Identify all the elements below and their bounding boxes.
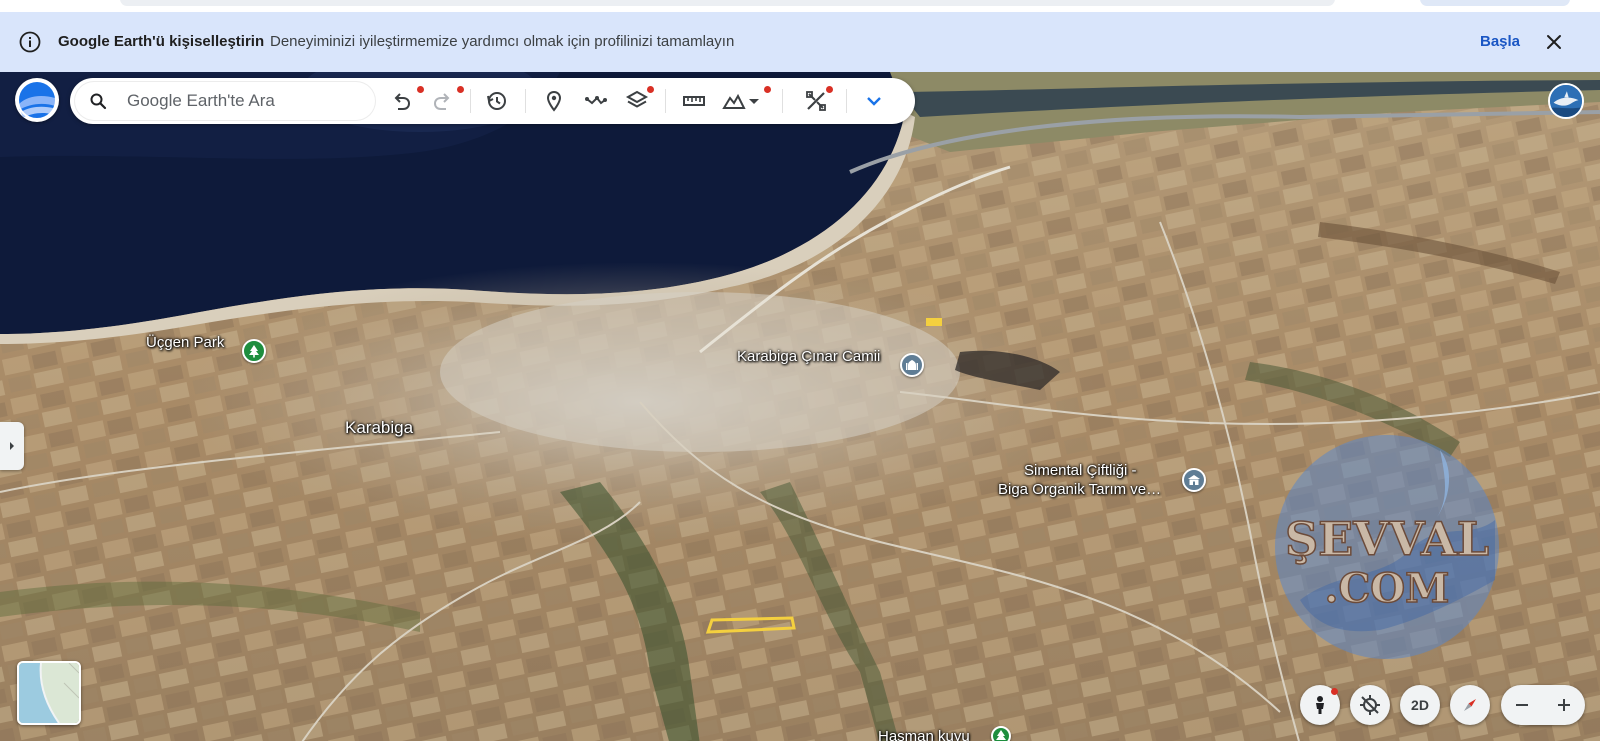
terrain-dropdown-icon[interactable] [746,87,762,115]
account-avatar[interactable] [1548,83,1584,119]
park-pin-icon[interactable] [242,339,266,363]
personalize-banner: Google Earth'ü kişiselleştirin Deneyimin… [0,12,1600,72]
watermark-logo: ŞEVVAL .COM [1275,435,1499,659]
google-earth-app: Google Earth'ü kişiselleştirin Deneyimin… [0,0,1600,745]
plus-icon [1558,699,1570,711]
map-label-mosque[interactable]: Karabiga Çınar Camii [737,348,880,365]
bottom-strip [0,741,1600,745]
minus-icon [1516,704,1528,706]
redo-notification-dot [457,86,464,93]
layers-notification-dot [647,86,654,93]
compass-icon [1464,699,1476,711]
terrain-notification-dot [764,86,771,93]
street-view-notification-dot [1331,688,1338,695]
info-icon [18,30,42,54]
search-bar [75,82,375,120]
minimap-image [19,663,79,723]
banner-start-link[interactable]: Başla [1480,33,1520,50]
banner-description: Deneyiminizi iyileştirmemize yardımcı ol… [270,33,735,50]
view-2d-button[interactable]: 2D [1400,685,1440,725]
address-bar-remnant [120,0,1335,6]
minimap[interactable] [17,661,81,725]
watermark-line2: .COM [1325,565,1450,612]
compass-button[interactable] [1450,685,1490,725]
chevron-right-icon [10,442,14,450]
map-label-park[interactable]: Üçgen Park [146,334,224,351]
toolbar-divider [782,89,783,113]
location-toggle-button[interactable] [1350,685,1390,725]
main-toolbar [70,78,915,124]
farm-pin-icon[interactable] [1182,468,1206,492]
map-label-farm-line2[interactable]: Biga Organik Tarım ve… [998,481,1161,498]
zoom-in-button[interactable] [1543,685,1585,725]
avatar-shark-icon [1550,85,1582,117]
path-icon[interactable] [582,87,610,115]
location-off-icon [1360,695,1380,715]
header-button-remnant [1420,0,1570,6]
map-label-town[interactable]: Karabiga [345,418,413,438]
undo-notification-dot [417,86,424,93]
pegman-icon [1316,696,1324,714]
chevron-down-icon[interactable] [860,87,888,115]
mosque-pin-icon[interactable] [900,353,924,377]
search-input[interactable] [127,89,362,113]
undo-icon[interactable] [388,87,416,115]
close-icon[interactable] [1542,30,1566,54]
side-panel-toggle[interactable] [0,422,24,470]
zoom-out-button[interactable] [1501,685,1543,725]
toolbar-divider [665,89,666,113]
google-earth-logo[interactable] [15,78,59,122]
banner-title: Google Earth'ü kişiselleştirin [58,33,265,50]
toolbar-divider [525,89,526,113]
toolbar-divider [470,89,471,113]
toolbar-divider [846,89,847,113]
zoom-controls [1501,685,1585,725]
watermark-line1: ŞEVVAL [1285,512,1489,566]
projects-notification-dot [826,86,833,93]
ruler-icon[interactable] [680,87,708,115]
terrain-icon[interactable] [720,87,748,115]
redo-icon[interactable] [428,87,456,115]
placemark-icon[interactable] [540,87,568,115]
search-icon[interactable] [89,92,107,110]
history-icon[interactable] [483,87,511,115]
top-strip [0,0,1600,12]
map-label-farm-line1[interactable]: Simental Çiftliği - [1024,462,1137,479]
